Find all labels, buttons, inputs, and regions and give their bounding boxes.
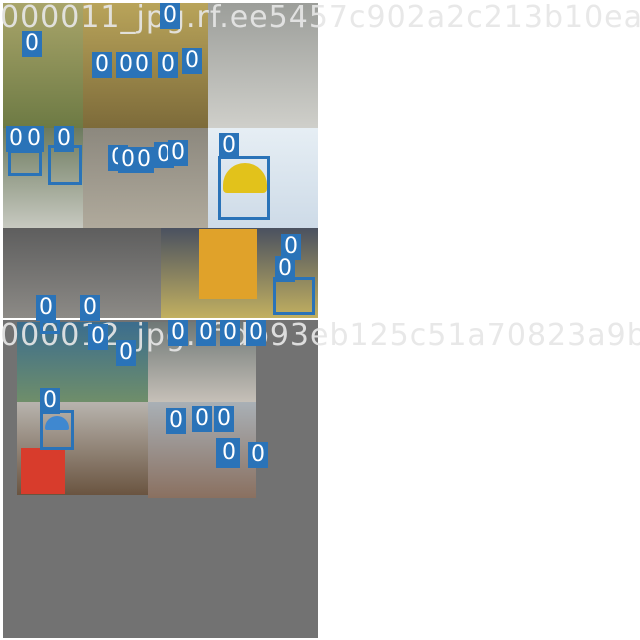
bounding-box [8,150,42,176]
class-label: 0 [158,52,178,78]
class-label: 0 [54,126,74,152]
class-label: 0 [160,3,180,29]
class-label: 0 [6,126,26,152]
bounding-box [40,320,60,334]
worker-orange-vest [199,229,257,299]
bounding-box [40,410,74,450]
class-label: 0 [192,406,212,432]
class-label: 0 [196,320,216,346]
class-label: 0 [219,440,239,466]
class-label: 0 [80,295,100,321]
class-label: 0 [182,48,202,74]
class-label: 0 [168,140,188,166]
class-label: 0 [132,52,152,78]
class-label: 0 [248,442,268,468]
class-label: 0 [219,133,239,159]
class-label: 0 [24,126,44,152]
class-label: 0 [92,52,112,78]
mosaic-panel-2 [3,320,318,638]
class-label: 0 [168,320,188,346]
class-label: 0 [220,320,240,346]
class-label: 0 [214,406,234,432]
class-label: 0 [166,408,186,434]
bounding-box [273,277,315,315]
class-label: 0 [275,256,295,282]
class-label: 0 [246,320,266,346]
class-label: 0 [134,147,154,173]
bounding-box [218,156,270,220]
class-label: 0 [40,388,60,414]
panel-1-title: 000011_jpg.rf.ee5457c902a2c213b10ea [0,0,640,35]
class-label: 0 [88,324,108,350]
tile-walkers [83,128,208,228]
class-label: 0 [22,31,42,57]
worker-red-shirt [21,448,65,494]
class-label: 0 [36,295,56,321]
class-label: 0 [116,340,136,366]
